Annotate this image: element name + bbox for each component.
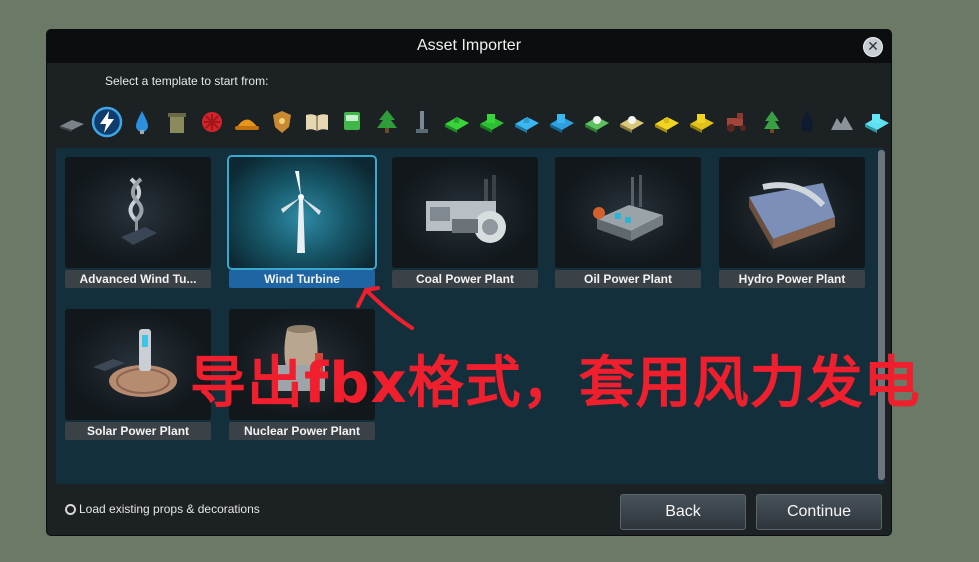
commercial-high-icon[interactable] bbox=[545, 105, 579, 139]
template-label: Hydro Power Plant bbox=[719, 270, 865, 288]
template-card-coal-power-plant[interactable]: Coal Power Plant bbox=[392, 157, 538, 293]
leisure-icon[interactable] bbox=[580, 105, 614, 139]
template-card-wind-turbine[interactable]: Wind Turbine bbox=[229, 157, 375, 293]
template-label: Advanced Wind Tu... bbox=[65, 270, 211, 288]
close-icon[interactable]: ✕ bbox=[863, 37, 883, 57]
template-grid: Advanced Wind Tu... Wind Turbine Coal Po… bbox=[56, 148, 885, 484]
bus-icon[interactable] bbox=[335, 105, 369, 139]
template-label: Oil Power Plant bbox=[555, 270, 701, 288]
asset-importer-dialog: Asset Importer ✕ Select a template to st… bbox=[47, 30, 891, 535]
coal-power-plant-icon bbox=[392, 157, 538, 268]
ore-icon[interactable] bbox=[825, 105, 859, 139]
oil-power-plant-icon bbox=[555, 157, 701, 268]
hydro-power-plant-icon bbox=[719, 157, 865, 268]
category-tabs bbox=[55, 105, 895, 139]
farming-icon[interactable] bbox=[650, 105, 684, 139]
garbage-bin-icon[interactable] bbox=[160, 105, 194, 139]
residential-low-icon[interactable] bbox=[440, 105, 474, 139]
commercial-low-icon[interactable] bbox=[510, 105, 544, 139]
title-bar: Asset Importer ✕ bbox=[47, 30, 891, 63]
education-book-icon[interactable] bbox=[300, 105, 334, 139]
forestry-icon[interactable] bbox=[755, 105, 789, 139]
fire-helmet-icon[interactable] bbox=[230, 105, 264, 139]
template-card-advanced-wind-turbine[interactable]: Advanced Wind Tu... bbox=[65, 157, 211, 293]
water-drop-icon[interactable] bbox=[125, 105, 159, 139]
load-existing-label: Load existing props & decorations bbox=[79, 502, 260, 516]
oil-icon[interactable] bbox=[790, 105, 824, 139]
scrollbar[interactable] bbox=[878, 150, 885, 480]
annotation-arrow bbox=[356, 286, 414, 330]
police-badge-icon[interactable] bbox=[265, 105, 299, 139]
industry-icon[interactable] bbox=[685, 105, 719, 139]
continue-button[interactable]: Continue bbox=[756, 494, 882, 530]
park-tree-icon[interactable] bbox=[370, 105, 404, 139]
template-prompt: Select a template to start from: bbox=[105, 74, 269, 88]
healthcare-icon[interactable] bbox=[195, 105, 229, 139]
annotation-text: 导出fbx格式，套用风力发电 bbox=[190, 351, 921, 416]
template-label: Solar Power Plant bbox=[65, 422, 211, 440]
solar-panel-icon[interactable] bbox=[55, 105, 89, 139]
tractor-icon[interactable] bbox=[720, 105, 754, 139]
load-existing-option[interactable]: Load existing props & decorations bbox=[65, 502, 260, 516]
wind-turbine-icon bbox=[229, 157, 375, 268]
residential-high-icon[interactable] bbox=[475, 105, 509, 139]
dialog-title: Asset Importer bbox=[416, 37, 522, 54]
electricity-icon[interactable] bbox=[90, 105, 124, 139]
template-label: Nuclear Power Plant bbox=[229, 422, 375, 440]
advanced-wind-turbine-icon bbox=[65, 157, 211, 268]
tourism-icon[interactable] bbox=[615, 105, 649, 139]
monument-icon[interactable] bbox=[405, 105, 439, 139]
back-button[interactable]: Back bbox=[620, 494, 746, 530]
template-card-oil-power-plant[interactable]: Oil Power Plant bbox=[555, 157, 701, 293]
office-icon[interactable] bbox=[860, 105, 894, 139]
template-card-hydro-power-plant[interactable]: Hydro Power Plant bbox=[719, 157, 865, 293]
radio-button[interactable] bbox=[65, 503, 76, 515]
